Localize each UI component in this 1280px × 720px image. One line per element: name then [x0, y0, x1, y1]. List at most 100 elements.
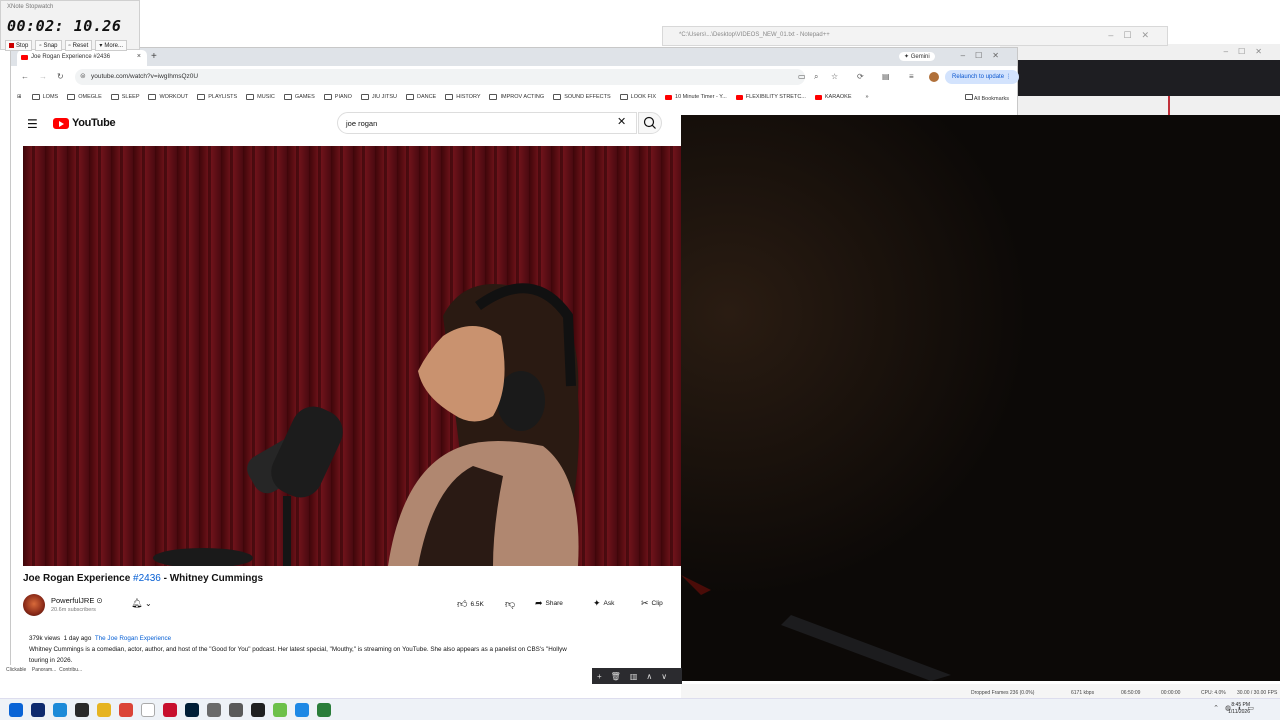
notepad-window[interactable]: *C:\Users\...\Desktop\VIDEOS_NEW_01.txt … — [662, 26, 1168, 46]
forward-icon[interactable]: → — [39, 72, 47, 81]
bookmark-item[interactable]: OMEGLE — [67, 94, 102, 100]
bookmark-item[interactable]: HISTORY — [445, 94, 480, 100]
app-icon[interactable] — [75, 703, 89, 717]
view-count: 379k views — [29, 635, 61, 642]
back-icon[interactable]: ← — [21, 72, 29, 81]
bookmark-item[interactable]: JIU JITSU — [360, 94, 397, 100]
bookmark-item[interactable]: GAMES — [283, 94, 315, 100]
youtube-icon — [735, 94, 743, 100]
folder-icon — [360, 94, 369, 100]
zoom-icon[interactable]: ⌕ — [814, 72, 818, 82]
ask-button[interactable]: ✦ Ask — [593, 598, 614, 609]
install-icon[interactable]: ▭ — [798, 72, 806, 81]
close-tab-icon[interactable]: × — [137, 53, 141, 60]
menu-icon[interactable]: ☰ — [27, 117, 38, 131]
clock[interactable]: 8:45 PM 1/11/2026 — [1228, 702, 1250, 716]
url-field[interactable]: ⊜ youtube.com/watch?v=iwgIhmsQz0U — [75, 69, 805, 85]
search-button[interactable] — [638, 112, 662, 134]
new-tab-button[interactable]: + — [151, 51, 157, 62]
star-icon[interactable]: ☆ — [831, 72, 838, 81]
video-title: Joe Rogan Experience #2436 - Whitney Cum… — [23, 573, 264, 584]
clear-search-icon[interactable]: ✕ — [617, 115, 626, 128]
terminal-icon[interactable] — [31, 703, 45, 717]
trash-icon[interactable]: 🗑︎ — [611, 672, 621, 681]
clock-icon[interactable] — [229, 703, 243, 717]
calculator-icon[interactable] — [317, 703, 331, 717]
channel-name[interactable]: PowerfulJRE ⊙ — [51, 596, 103, 605]
app-blue-icon[interactable] — [295, 703, 309, 717]
bookmark-item[interactable]: PLAYLISTS — [197, 94, 237, 100]
site-info-icon[interactable]: ⊜ — [80, 72, 86, 80]
bookmark-list: LOMS OMEGLE SLEEP WORKOUT PLAYLISTS MUSIC GAME… — [31, 94, 851, 100]
bookmark-item[interactable]: IMPROV ACTING — [489, 94, 544, 100]
extensions-icon[interactable]: ⟳ — [857, 72, 864, 81]
stopwatch-stop-button[interactable]: Stop — [5, 40, 33, 51]
channel-avatar[interactable] — [23, 594, 45, 616]
move-up-icon[interactable]: ∧ — [646, 672, 652, 681]
stopwatch-more-button[interactable]: ▾ More... — [95, 40, 128, 51]
app-red-icon[interactable] — [163, 703, 177, 717]
file-explorer-icon[interactable] — [97, 703, 111, 717]
folder-icon — [110, 94, 119, 100]
chrome-icon[interactable] — [119, 703, 133, 717]
dislike-button[interactable]: 👎︎ — [505, 598, 515, 610]
description-link[interactable]: The Joe Rogan Experience — [95, 635, 171, 642]
chevron-up-icon[interactable]: ⌃ — [1213, 705, 1225, 712]
bookmark-item[interactable]: LOMS — [31, 94, 58, 100]
relaunch-button[interactable]: Relaunch to update ⋮ — [945, 70, 1019, 84]
bookmark-item[interactable]: 10 Minute Timer - Y... — [665, 94, 727, 100]
bookmarks-bar: ⊞ LOMS OMEGLE SLEEP WORKOUT PLAYLISTS MUSIC GA… — [11, 88, 1017, 106]
reading-list-icon[interactable]: ≡ — [909, 72, 914, 81]
camera-icon: ▫ — [39, 42, 42, 49]
edge-icon[interactable] — [53, 703, 67, 717]
bookmark-item[interactable]: WORKOUT — [148, 94, 188, 100]
folder-icon — [619, 94, 628, 100]
bookmark-item[interactable]: PIANO — [323, 94, 352, 100]
notification-bell-button[interactable]: 🔔︎ ⌄ — [131, 598, 152, 609]
windows-start-icon[interactable] — [9, 703, 23, 717]
search-input[interactable]: joe rogan — [337, 112, 637, 134]
stopwatch-snap-button[interactable]: ▫ Snap — [35, 40, 62, 51]
bookmark-item[interactable]: MUSIC — [246, 94, 275, 100]
all-bookmarks-button[interactable]: All Bookmarks — [964, 94, 1009, 102]
stopwatch-reset-button[interactable]: ▫ Reset — [64, 40, 93, 51]
youtube-logo[interactable]: YouTube — [53, 117, 116, 129]
stopwatch-time: 00:02: 10.26 — [7, 17, 122, 35]
video-player[interactable] — [23, 146, 683, 566]
reload-icon[interactable]: ↻ — [57, 72, 64, 81]
address-bar-row: ← → ↻ ⊜ youtube.com/watch?v=iwgIhmsQz0U … — [11, 66, 1019, 88]
folder-icon — [553, 94, 562, 100]
hashtag-link[interactable]: #2436 — [133, 573, 161, 584]
notepad-plus-icon[interactable] — [273, 703, 287, 717]
folder-icon — [323, 94, 332, 100]
video-description[interactable]: 379k views 1 day ago The Joe Rogan Exper… — [29, 633, 684, 666]
profile-avatar[interactable] — [929, 72, 939, 82]
move-down-icon[interactable]: ∨ — [661, 672, 667, 681]
sparkle-icon: ✦ — [593, 598, 601, 608]
bookmark-item[interactable]: KARAOKE — [814, 94, 851, 100]
chrome-window-controls[interactable]: –☐✕ — [961, 51, 1009, 60]
tab-search-icon[interactable]: ▤ — [882, 72, 890, 81]
apps-icon[interactable]: ⊞ — [17, 94, 22, 100]
more-bookmarks-icon[interactable]: » — [865, 94, 868, 100]
clip-button[interactable]: ✂ Clip — [641, 598, 663, 609]
like-button[interactable]: 👍︎ 6.5K — [457, 598, 484, 610]
properties-icon[interactable]: ▥ — [630, 672, 638, 681]
youtube-favicon-icon — [21, 55, 28, 60]
add-icon[interactable]: + — [597, 672, 602, 681]
bookmark-item[interactable]: DANCE — [405, 94, 436, 100]
bookmark-item[interactable]: SOUND EFFECTS — [553, 94, 611, 100]
bookmark-item[interactable]: LOOK FIX — [619, 94, 656, 100]
photoshop-icon[interactable] — [185, 703, 199, 717]
share-button[interactable]: ➦ Share — [535, 598, 563, 609]
notepad-window-controls[interactable]: –☐✕ — [1108, 30, 1159, 41]
stop-icon — [9, 43, 14, 48]
obs-icon[interactable] — [251, 703, 265, 717]
bookmark-item[interactable]: FLEXIBILITY STRETC... — [735, 94, 806, 100]
settings-icon[interactable] — [207, 703, 221, 717]
obs-window-controls[interactable]: –☐✕ — [1224, 47, 1272, 56]
gemini-button[interactable]: ✦ Gemini — [899, 52, 935, 61]
tab-youtube[interactable]: Joe Rogan Experience #2436 × — [17, 50, 147, 66]
document-icon[interactable] — [141, 703, 155, 717]
bookmark-item[interactable]: SLEEP — [110, 94, 139, 100]
